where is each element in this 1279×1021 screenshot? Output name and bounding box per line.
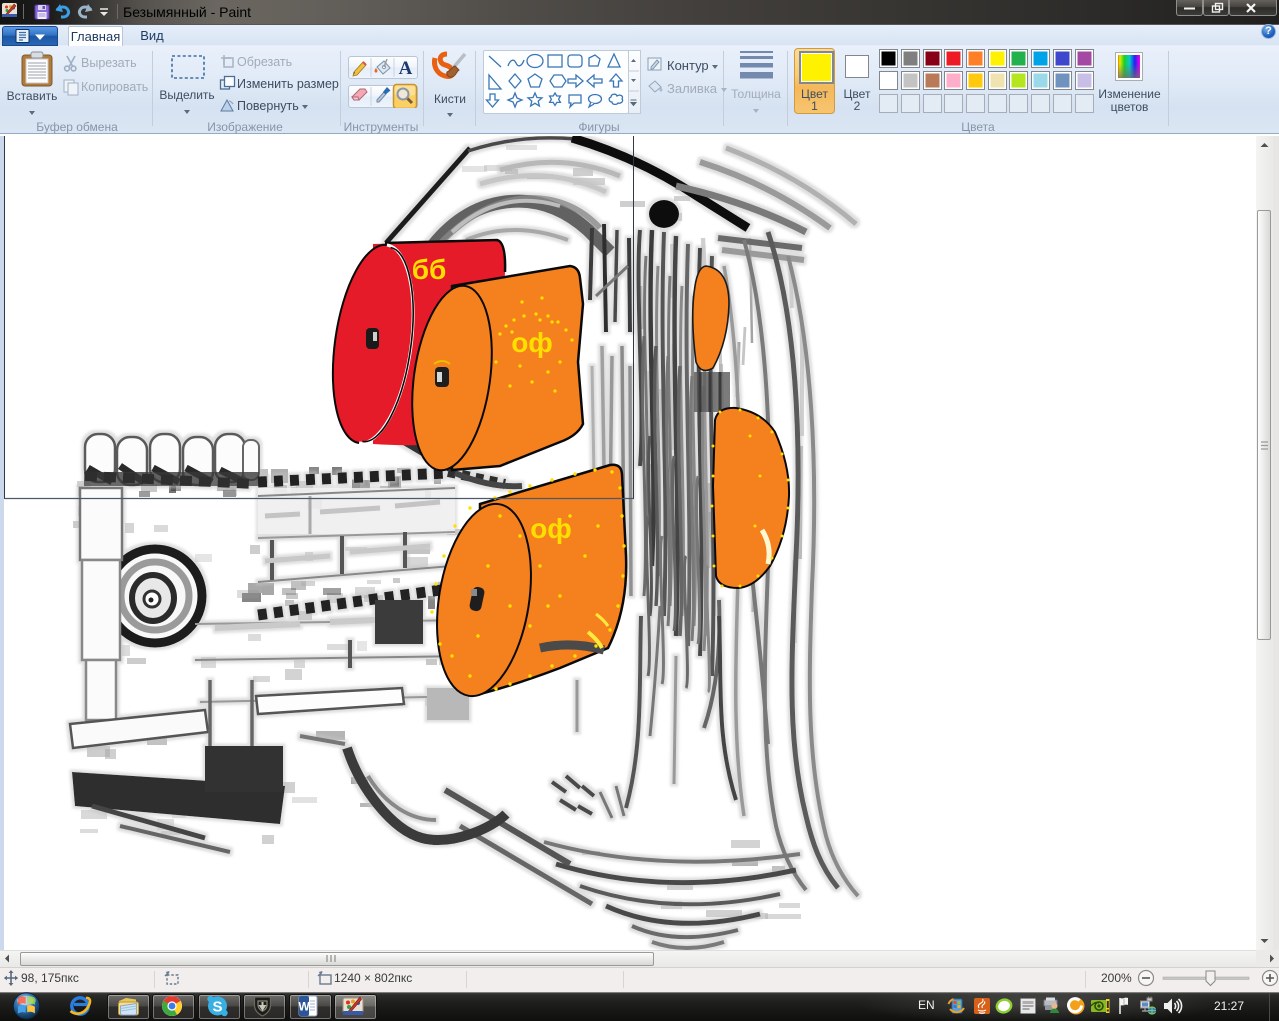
svg-text:W: W (298, 1000, 310, 1014)
svg-text:оф: оф (511, 327, 553, 358)
svg-text:оф: оф (530, 513, 572, 544)
svg-text:бб: бб (412, 254, 447, 285)
svg-text:A: A (399, 58, 413, 79)
svg-text:S: S (212, 999, 222, 1016)
